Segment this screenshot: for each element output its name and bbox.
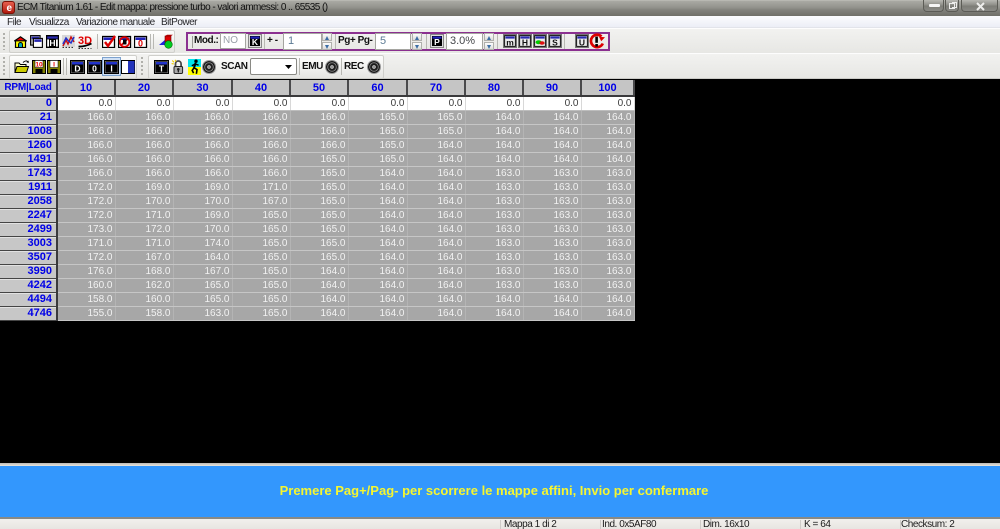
svg-text:I: I [110,64,112,74]
svg-text:H: H [522,37,528,47]
svg-text:I: I [53,62,55,69]
svg-text:10: 10 [35,62,43,69]
svg-text:m: m [506,37,514,47]
svg-text:S: S [552,37,558,47]
svg-text:U: U [579,37,585,47]
svg-text:P: P [434,37,440,47]
svg-text:H: H [49,38,55,48]
svg-text:0: 0 [138,39,143,49]
svg-text:K: K [252,37,259,47]
svg-text:0: 0 [92,64,97,74]
svg-text:T: T [159,64,165,74]
svg-text:D: D [74,64,80,74]
